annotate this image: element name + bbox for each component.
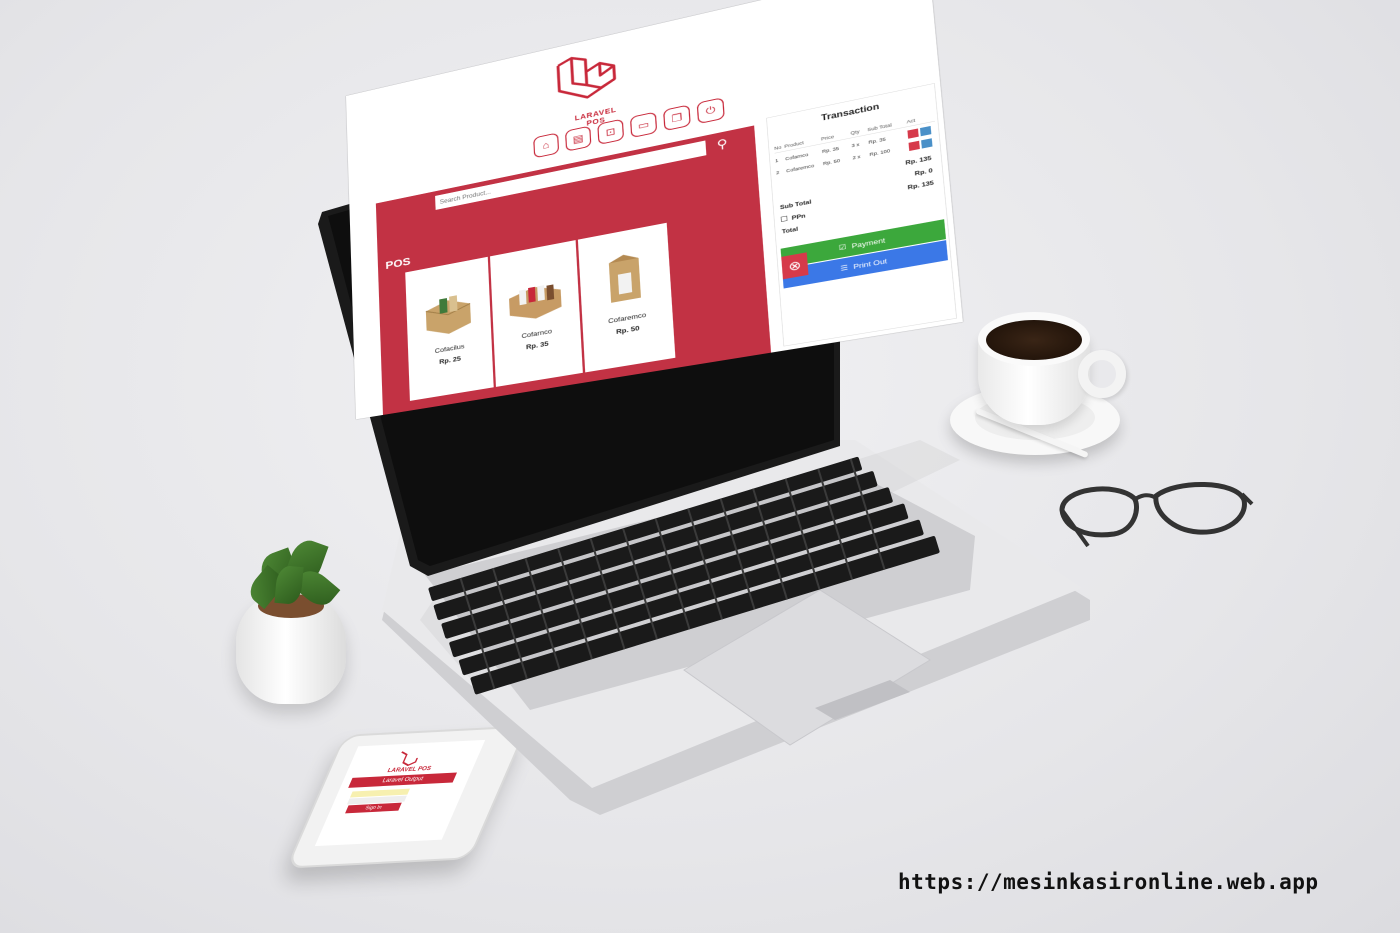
delete-button[interactable] xyxy=(907,128,919,139)
row-actions xyxy=(908,137,938,152)
row-price: Rp. 50 xyxy=(822,157,841,167)
ppn-label: PPn xyxy=(791,212,806,222)
edit-button[interactable] xyxy=(919,125,932,137)
col-price: Price xyxy=(820,133,835,142)
row-subtotal: Rp. 100 xyxy=(869,148,891,158)
product-grid: Cofacilus Rp. 25 Cofarnco Rp. 35 Cofarem… xyxy=(405,222,676,401)
total-value: Rp. 135 xyxy=(907,179,935,191)
monitor-icon[interactable]: ▭ xyxy=(629,111,658,139)
coffee xyxy=(986,320,1082,360)
col-qty: Qty xyxy=(850,128,860,136)
chart-icon[interactable]: ▤ xyxy=(564,125,592,152)
pos-title: POS xyxy=(385,254,411,272)
transaction-title: Transaction xyxy=(820,102,880,123)
product-card[interactable]: Cofacilus Rp. 25 xyxy=(405,256,494,401)
row-qty: 2 x xyxy=(852,153,861,161)
check-icon: ☑ xyxy=(838,242,847,252)
row-product: Cofaremco xyxy=(785,162,815,174)
product-image xyxy=(508,282,562,324)
row-actions xyxy=(907,125,936,139)
col-subtotal: Sub Total xyxy=(867,122,892,133)
product-card[interactable]: Cofarnco Rp. 35 xyxy=(489,240,583,387)
product-image xyxy=(417,295,480,338)
list-icon: ☰ xyxy=(840,263,849,273)
row-price: Rp. 35 xyxy=(821,145,840,155)
subtotal-label: Sub Total xyxy=(779,198,812,211)
copy-icon[interactable]: ❐ xyxy=(663,104,691,132)
delete-button[interactable] xyxy=(908,140,920,152)
ppn-checkbox[interactable] xyxy=(780,215,788,222)
product-image xyxy=(608,252,641,303)
search-icon[interactable]: ⚲ xyxy=(716,136,728,153)
row-no: 2 xyxy=(775,169,780,176)
cancel-icon: ⊗ xyxy=(787,257,802,274)
col-act: Act xyxy=(906,117,916,125)
cancel-button[interactable]: ⊗ xyxy=(781,252,809,280)
edit-button[interactable] xyxy=(921,138,933,149)
payment-label: Payment xyxy=(851,235,886,250)
product-card[interactable]: Cofaremco Rp. 50 xyxy=(577,222,676,373)
row-qty: 3 x xyxy=(851,141,860,149)
transaction-panel: Transaction No Product Price Qty Sub Tot… xyxy=(766,83,957,347)
col-product: Product xyxy=(784,140,805,149)
cart-icon[interactable]: ⊡ xyxy=(597,118,625,145)
power-icon[interactable]: ⏻ xyxy=(696,97,725,125)
print-label: Print Out xyxy=(852,256,888,271)
row-product: Cofarnco xyxy=(785,151,809,162)
ppn-value: Rp. 0 xyxy=(914,167,934,178)
store-icon[interactable]: ⌂ xyxy=(533,132,560,159)
total-label: Total xyxy=(781,226,799,236)
subtotal-value-top: Rp. 135 xyxy=(905,155,932,167)
search-input[interactable] xyxy=(435,140,707,210)
laptop-screen: LARAVEL POS ⌂ ▤ ⊡ ▭ ❐ ⏻ ⚲ POS Cofacilus … xyxy=(346,0,963,420)
footer-url: https://mesinkasironline.web.app xyxy=(898,870,1319,894)
ppn-row: PPn xyxy=(780,212,806,223)
row-no: 1 xyxy=(774,157,779,164)
cup-handle xyxy=(1078,350,1126,398)
col-no: No xyxy=(774,144,782,152)
